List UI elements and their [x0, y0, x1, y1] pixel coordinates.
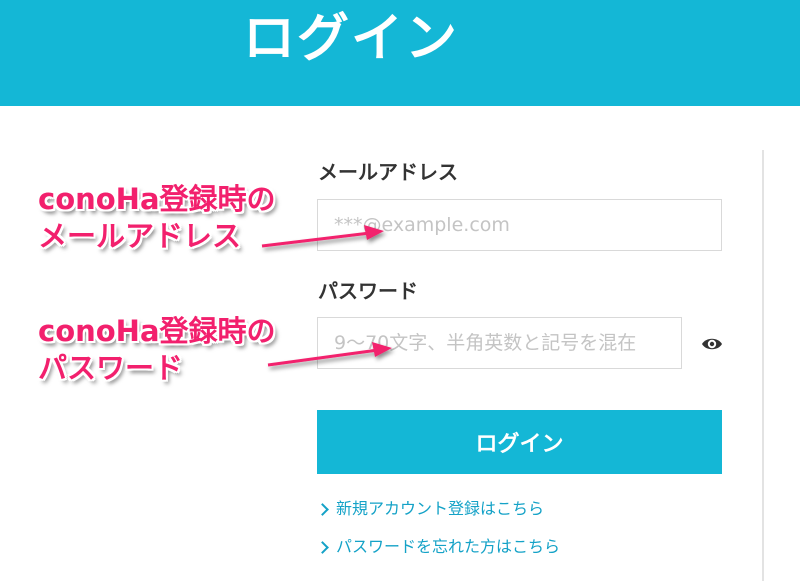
password-annotation-line1: conoHa登録時の — [38, 314, 276, 348]
login-button[interactable]: ログイン — [317, 410, 722, 474]
vertical-divider — [762, 150, 764, 581]
email-annotation-line1: conoHa登録時の — [38, 182, 276, 216]
password-label: パスワード — [318, 279, 418, 303]
chevron-right-icon — [316, 540, 329, 554]
email-input[interactable] — [317, 199, 722, 251]
register-link[interactable]: 新規アカウント登録はこちら — [316, 498, 544, 520]
email-annotation-line2: メールアドレス — [38, 219, 242, 253]
eye-icon[interactable] — [701, 335, 723, 353]
chevron-right-icon — [316, 502, 329, 516]
forgot-password-link[interactable]: パスワードを忘れた方はこちら — [316, 536, 560, 558]
password-input[interactable] — [317, 317, 682, 369]
register-link-label: 新規アカウント登録はこちら — [336, 499, 545, 518]
page-title: ログイン — [243, 9, 460, 69]
forgot-password-link-label: パスワードを忘れた方はこちら — [336, 537, 561, 556]
header-bar: ログイン — [0, 0, 800, 106]
email-label: メールアドレス — [318, 160, 458, 184]
password-annotation-line2: パスワード — [38, 351, 184, 385]
